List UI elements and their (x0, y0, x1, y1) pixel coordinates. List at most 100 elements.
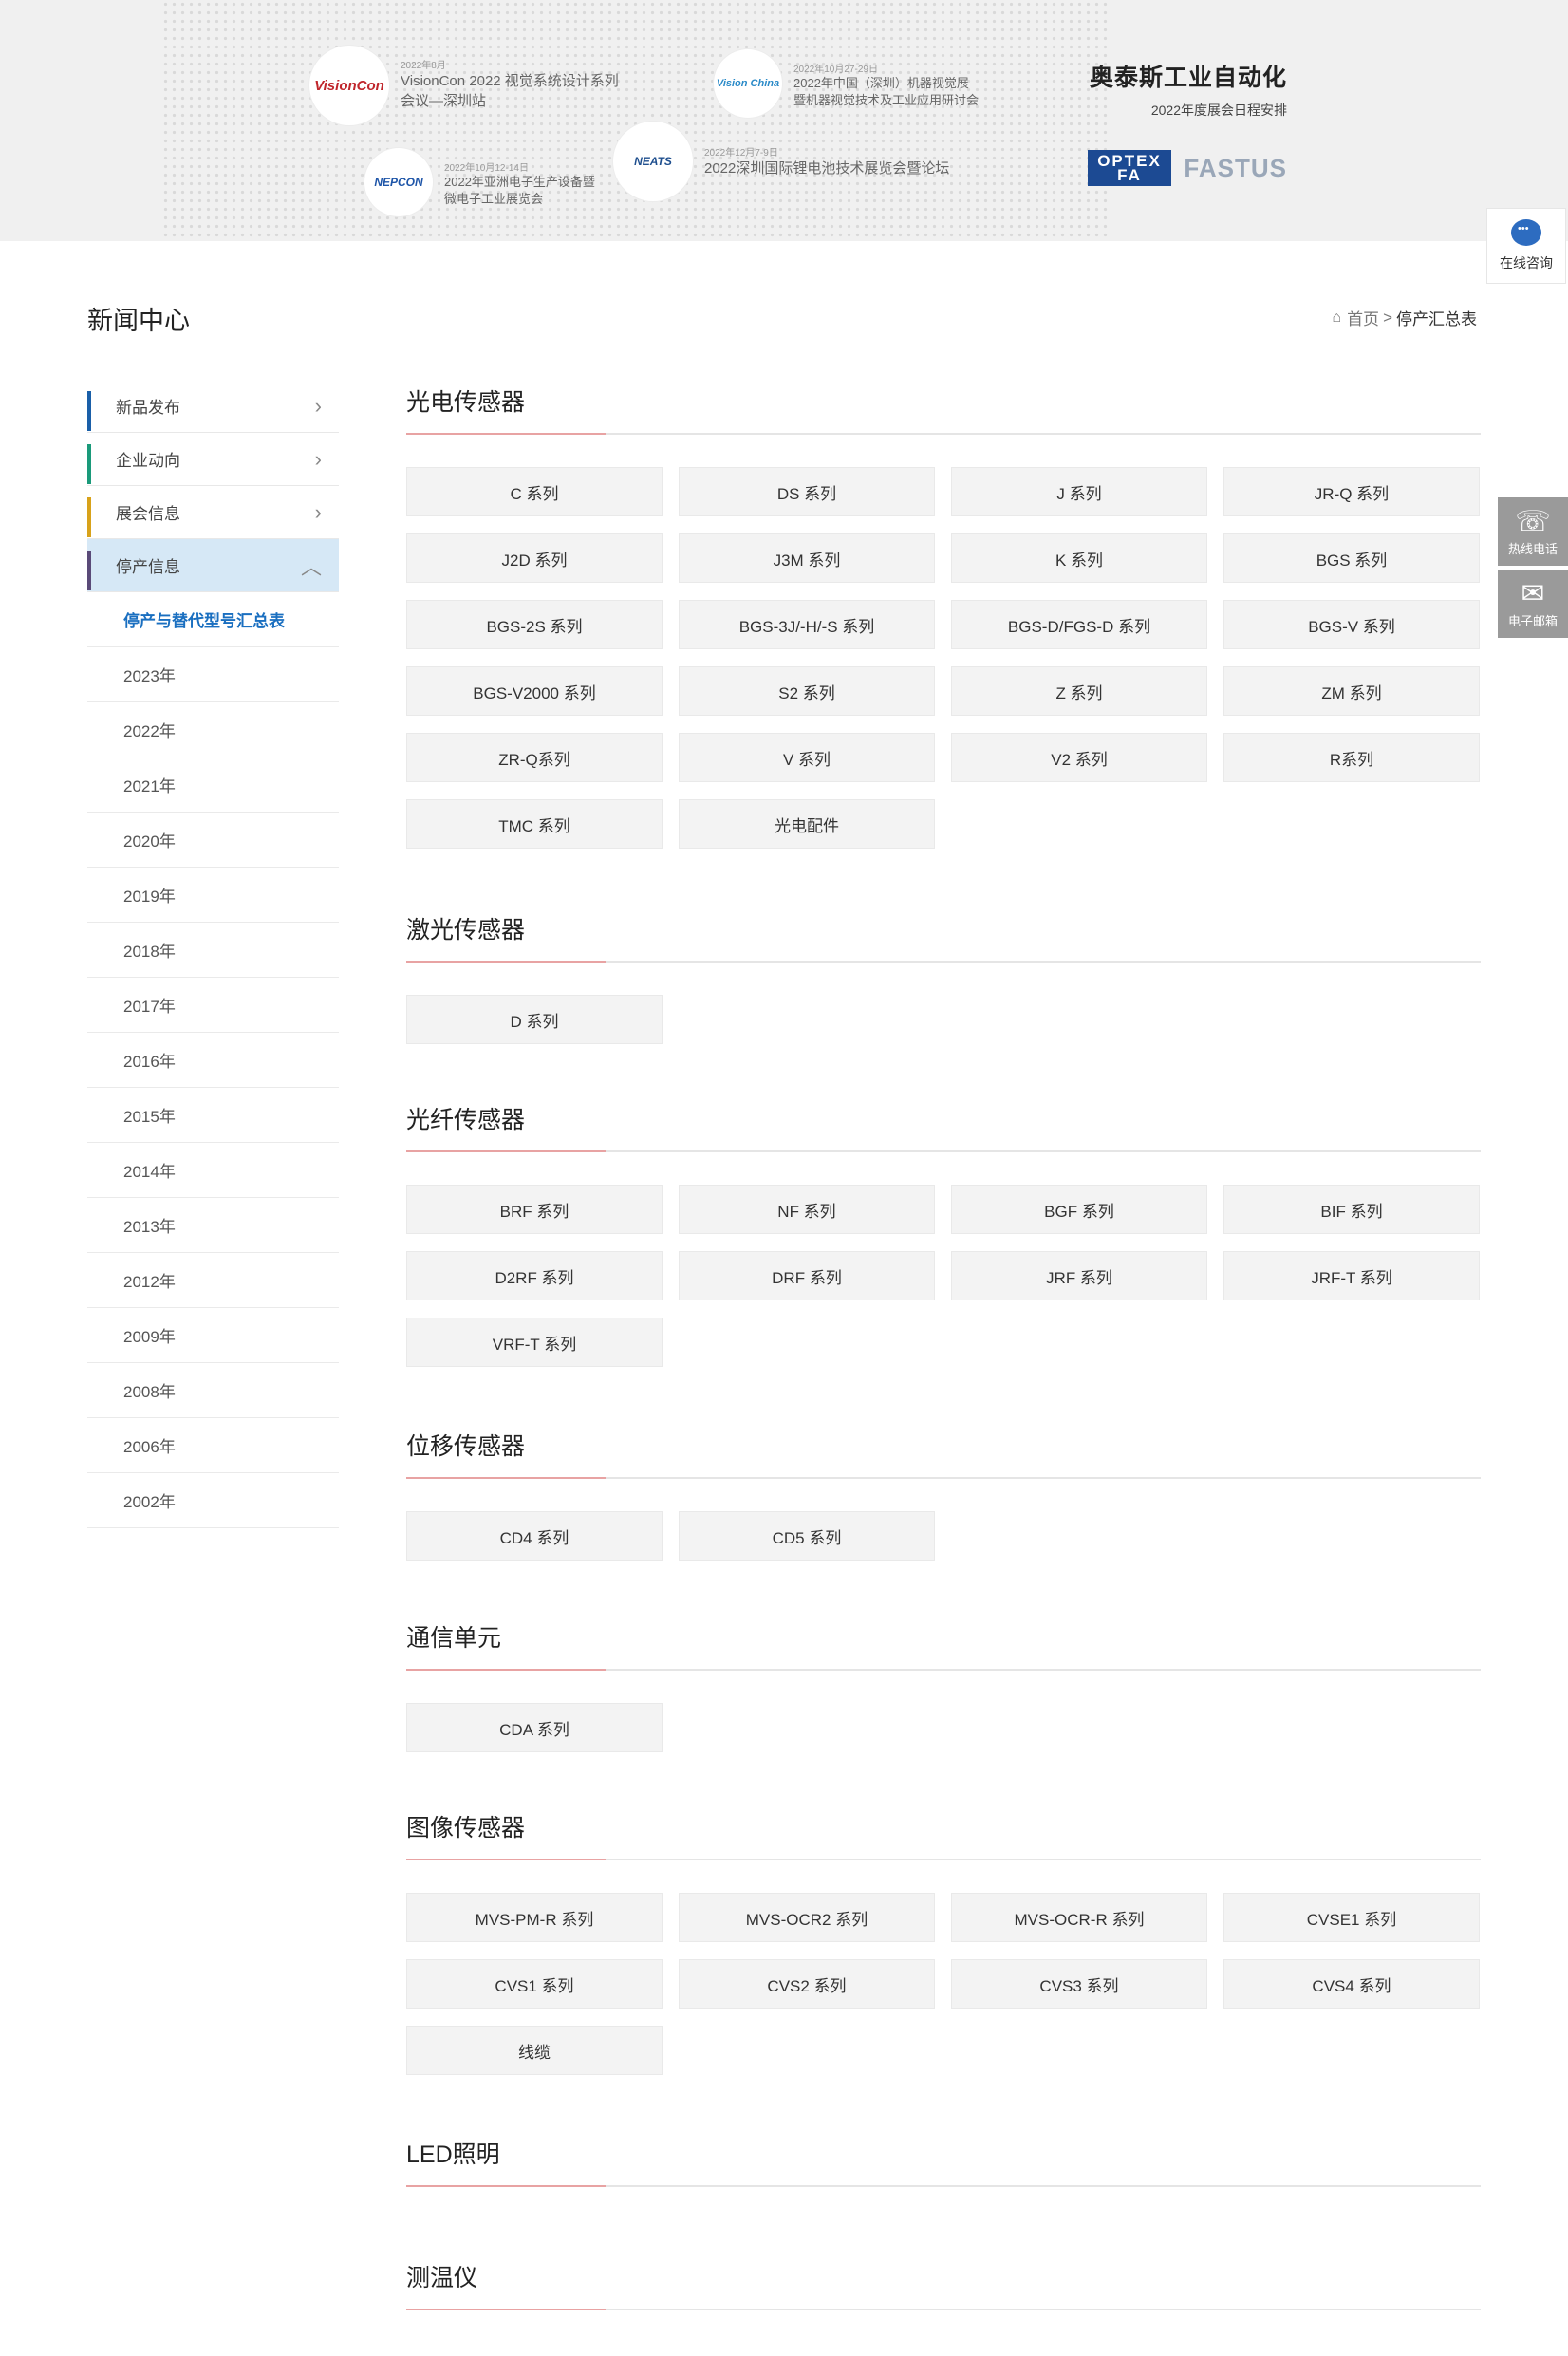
breadcrumb-current: 停产汇总表 (1396, 310, 1477, 328)
sidebar-subitem[interactable]: 2018年 (87, 923, 339, 978)
series-link[interactable]: 光电配件 (679, 799, 935, 849)
series-link[interactable]: DS 系列 (679, 467, 935, 516)
online-consult-button[interactable]: 在线咨询 (1486, 208, 1566, 284)
sidebar-item-3[interactable]: 停产信息 ︿ (87, 539, 339, 592)
series-link[interactable]: V2 系列 (951, 733, 1207, 782)
sidebar-subitem[interactable]: 2023年 (87, 647, 339, 702)
series-link[interactable]: NF 系列 (679, 1185, 935, 1234)
sidebar-color-bar (87, 444, 91, 484)
series-link[interactable]: BGS 系列 (1223, 533, 1480, 583)
event-title-line2: 微电子工业展览会 (444, 192, 544, 206)
section-title: 光电传感器 (406, 389, 526, 416)
breadcrumb: ⌂ 首页 > 停产汇总表 (1332, 306, 1477, 329)
series-link[interactable]: BGS-2S 系列 (406, 600, 663, 649)
sidebar-subitem[interactable]: 2014年 (87, 1143, 339, 1198)
series-link[interactable]: D 系列 (406, 995, 663, 1044)
series-link[interactable]: CVS3 系列 (951, 1959, 1207, 2009)
series-link[interactable]: JR-Q 系列 (1223, 467, 1480, 516)
series-link[interactable]: CD4 系列 (406, 1511, 663, 1561)
series-link[interactable]: J2D 系列 (406, 533, 663, 583)
series-link[interactable]: K 系列 (951, 533, 1207, 583)
hotline-button[interactable]: ☏ 热线电话 (1498, 497, 1568, 566)
series-link[interactable]: V 系列 (679, 733, 935, 782)
sidebar-item-1[interactable]: 企业动向 › (87, 433, 339, 486)
series-link[interactable]: BIF 系列 (1223, 1185, 1480, 1234)
event-title: 2022深圳国际锂电池技术展览会暨论坛 (704, 160, 950, 177)
breadcrumb-home[interactable]: 首页 (1347, 306, 1379, 329)
series-link[interactable]: 线缆 (406, 2026, 663, 2075)
sidebar-subitem[interactable]: 2009年 (87, 1308, 339, 1363)
sidebar-subitem[interactable]: 2008年 (87, 1363, 339, 1418)
product-section: 测温仪 (406, 2259, 1481, 2310)
sidebar-subitem[interactable]: 2013年 (87, 1198, 339, 1253)
brand-title: 奥泰斯工业自动化 (1089, 65, 1287, 91)
section-divider (406, 2309, 1481, 2310)
series-link[interactable]: MVS-PM-R 系列 (406, 1893, 663, 1942)
series-link[interactable]: MVS-OCR-R 系列 (951, 1893, 1207, 1942)
home-icon[interactable]: ⌂ (1332, 309, 1341, 327)
sidebar-subitem[interactable]: 2019年 (87, 868, 339, 923)
event-visioncon: VisionCon 2022年8月 VisionCon 2022 视觉系统设计系… (309, 46, 619, 125)
series-link[interactable]: TMC 系列 (406, 799, 663, 849)
nepcon-logo: NEPCON (364, 148, 433, 216)
series-link[interactable]: R系列 (1223, 733, 1480, 782)
series-link[interactable]: D2RF 系列 (406, 1251, 663, 1300)
product-section: 图像传感器 MVS-PM-R 系列 MVS-OCR2 系列 MVS-OCR-R 系列 C… (406, 1809, 1481, 2075)
series-link[interactable]: BGF 系列 (951, 1185, 1207, 1234)
series-link[interactable]: BGS-D/FGS-D 系列 (951, 600, 1207, 649)
chat-bubble-icon (1511, 219, 1541, 246)
sidebar-item-0[interactable]: 新品发布 › (87, 380, 339, 433)
section-divider (406, 1477, 1481, 1479)
sidebar-color-bar (87, 551, 91, 590)
sidebar-subitem[interactable]: 2012年 (87, 1253, 339, 1308)
series-link[interactable]: MVS-OCR2 系列 (679, 1893, 935, 1942)
series-link[interactable]: CVS1 系列 (406, 1959, 663, 2009)
series-link[interactable]: VRF-T 系列 (406, 1318, 663, 1367)
series-link[interactable]: ZM 系列 (1223, 666, 1480, 716)
event-title-line2: 暨机器视觉技术及工业应用研讨会 (793, 93, 980, 107)
hotline-label: 热线电话 (1507, 541, 1558, 556)
sidebar-subitem[interactable]: 停产与替代型号汇总表 (87, 592, 339, 647)
sidebar-subitem[interactable]: 2015年 (87, 1088, 339, 1143)
series-link[interactable]: JRF-T 系列 (1223, 1251, 1480, 1300)
series-link[interactable]: CVSE1 系列 (1223, 1893, 1480, 1942)
sidebar-subitem[interactable]: 2017年 (87, 978, 339, 1033)
product-section: 光电传感器 C 系列 DS 系列 J 系列 JR-Q 系列 J2D 系列 J3M 系列 K 系… (406, 383, 1481, 849)
world-map-dots (161, 0, 1111, 241)
series-link[interactable]: CDA 系列 (406, 1703, 663, 1752)
sidebar-subitem[interactable]: 2006年 (87, 1418, 339, 1473)
sidebar-subitem[interactable]: 2016年 (87, 1033, 339, 1088)
series-link[interactable]: J 系列 (951, 467, 1207, 516)
sidebar-subitem[interactable]: 2022年 (87, 702, 339, 757)
series-link[interactable]: CVS2 系列 (679, 1959, 935, 2009)
series-link[interactable]: CVS4 系列 (1223, 1959, 1480, 2009)
series-grid: MVS-PM-R 系列 MVS-OCR2 系列 MVS-OCR-R 系列 CVSE1 … (406, 1893, 1481, 2075)
series-link[interactable]: BRF 系列 (406, 1185, 663, 1234)
email-button[interactable]: ✉ 电子邮箱 (1498, 570, 1568, 638)
headset-icon: ☏ (1515, 505, 1551, 537)
series-link[interactable]: JRF 系列 (951, 1251, 1207, 1300)
chevron-right-icon: › (314, 499, 322, 524)
section-divider (406, 961, 1481, 963)
series-link[interactable]: S2 系列 (679, 666, 935, 716)
series-link[interactable]: J3M 系列 (679, 533, 935, 583)
series-link[interactable]: DRF 系列 (679, 1251, 935, 1300)
series-link[interactable]: CD5 系列 (679, 1511, 935, 1561)
sidebar-subitem[interactable]: 2021年 (87, 757, 339, 813)
section-divider (406, 2185, 1481, 2187)
series-link[interactable]: Z 系列 (951, 666, 1207, 716)
sidebar-subitem[interactable]: 2020年 (87, 813, 339, 868)
section-divider (406, 1859, 1481, 1860)
series-link[interactable]: ZR-Q系列 (406, 733, 663, 782)
sidebar-item-2[interactable]: 展会信息 › (87, 486, 339, 539)
series-grid: C 系列 DS 系列 J 系列 JR-Q 系列 J2D 系列 J3M 系列 K 系列 BGS … (406, 467, 1481, 849)
sidebar-subitem[interactable]: 2002年 (87, 1473, 339, 1528)
sidebar-color-bar (87, 497, 91, 537)
event-date: 2022年12月7-9日 (704, 148, 778, 159)
series-link[interactable]: BGS-V 系列 (1223, 600, 1480, 649)
brand-subtitle: 2022年度展会日程安排 (1150, 103, 1287, 118)
series-link[interactable]: BGS-3J/-H/-S 系列 (679, 600, 935, 649)
series-link[interactable]: C 系列 (406, 467, 663, 516)
envelope-icon: ✉ (1521, 577, 1545, 609)
series-link[interactable]: BGS-V2000 系列 (406, 666, 663, 716)
